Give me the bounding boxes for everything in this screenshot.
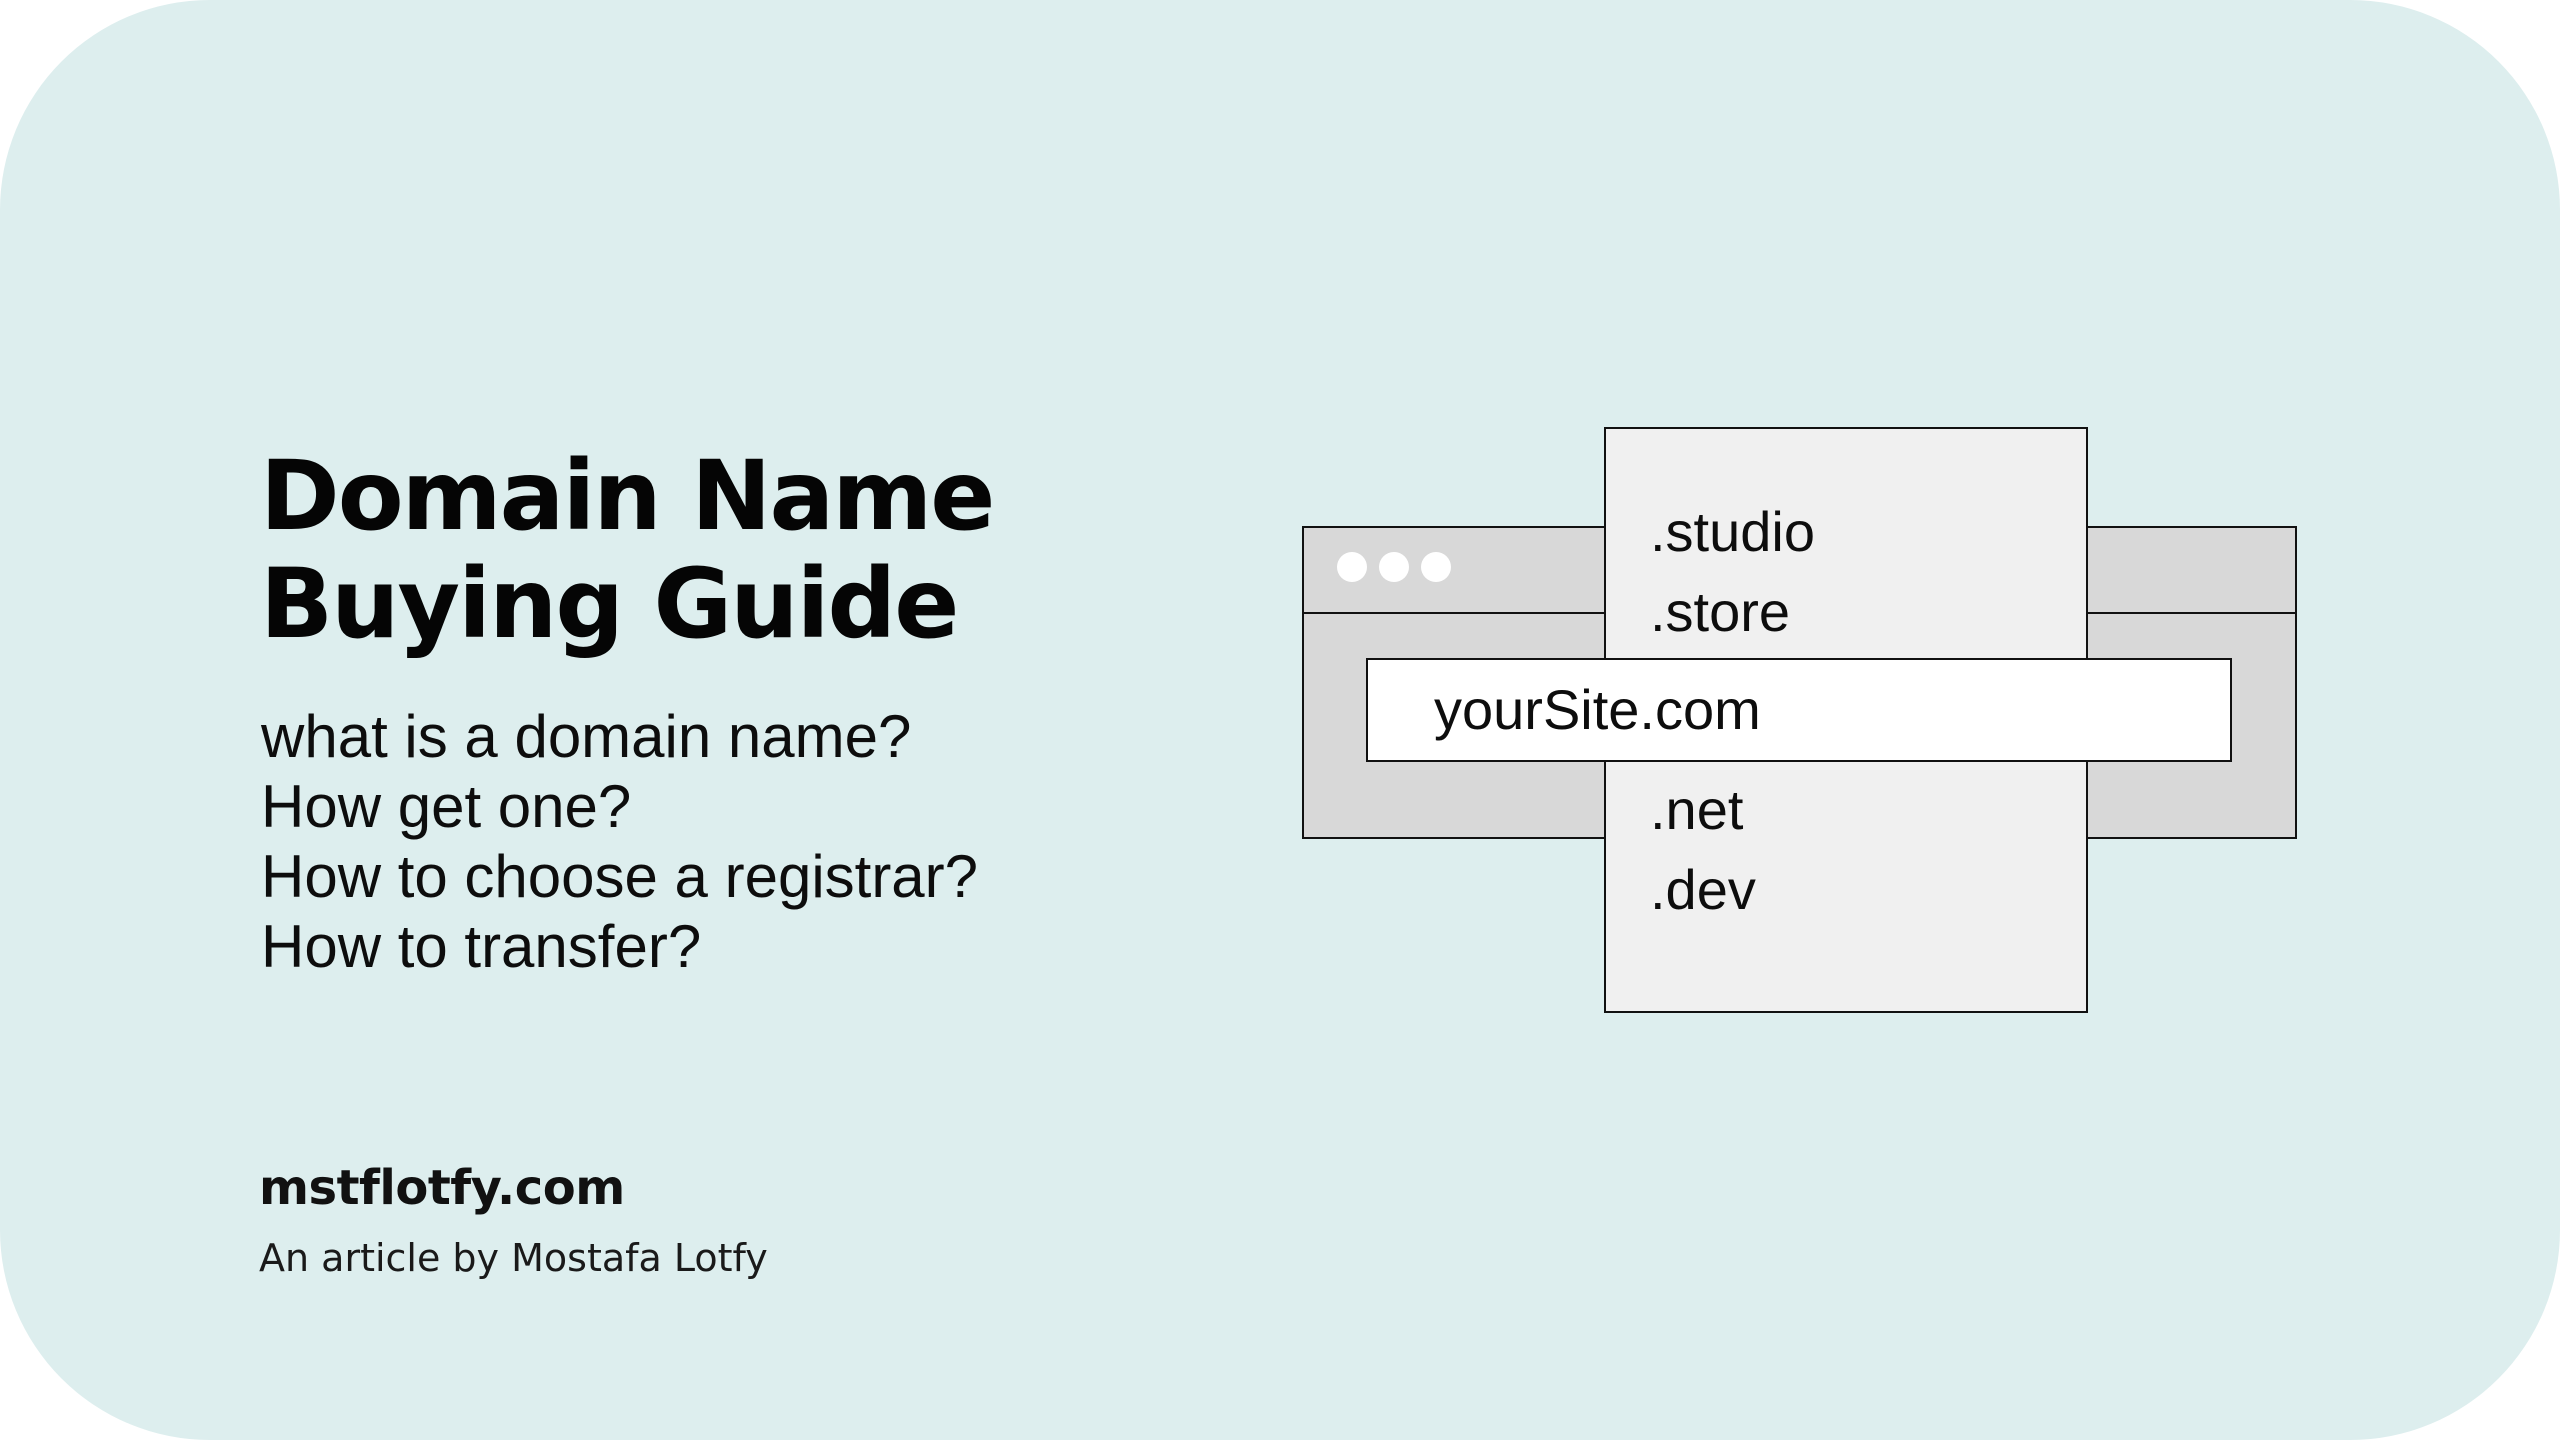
author-byline: An article by Mostafa Lotfy: [259, 1236, 768, 1280]
tld-option: .net: [1650, 778, 1744, 841]
window-control-dot: [1379, 552, 1409, 582]
address-bar-illustration: yourSite.com: [1366, 658, 2232, 762]
domain-address-text: yourSite.com: [1434, 678, 1761, 741]
question-item: How to choose a registrar?: [261, 843, 979, 910]
question-item: How to transfer?: [261, 913, 702, 980]
window-control-dot: [1421, 552, 1451, 582]
question-item: How get one?: [261, 773, 632, 840]
page-title: Domain Name Buying Guide: [260, 440, 995, 660]
title-line-1: Domain Name: [260, 440, 995, 552]
question-item: what is a domain name?: [261, 703, 912, 770]
title-line-2: Buying Guide: [260, 548, 959, 660]
tld-option: .dev: [1650, 858, 1756, 921]
tld-option: .studio: [1650, 500, 1815, 563]
question-list: what is a domain name? How get one? How …: [261, 702, 978, 982]
tld-option: .store: [1650, 580, 1791, 643]
site-name: mstflotfy.com: [259, 1160, 625, 1216]
cover-card: Domain Name Buying Guide what is a domai…: [0, 0, 2560, 1440]
domain-illustration: .studio .store .net .dev yourSite.com: [1302, 427, 2302, 1013]
window-control-dot: [1337, 552, 1367, 582]
